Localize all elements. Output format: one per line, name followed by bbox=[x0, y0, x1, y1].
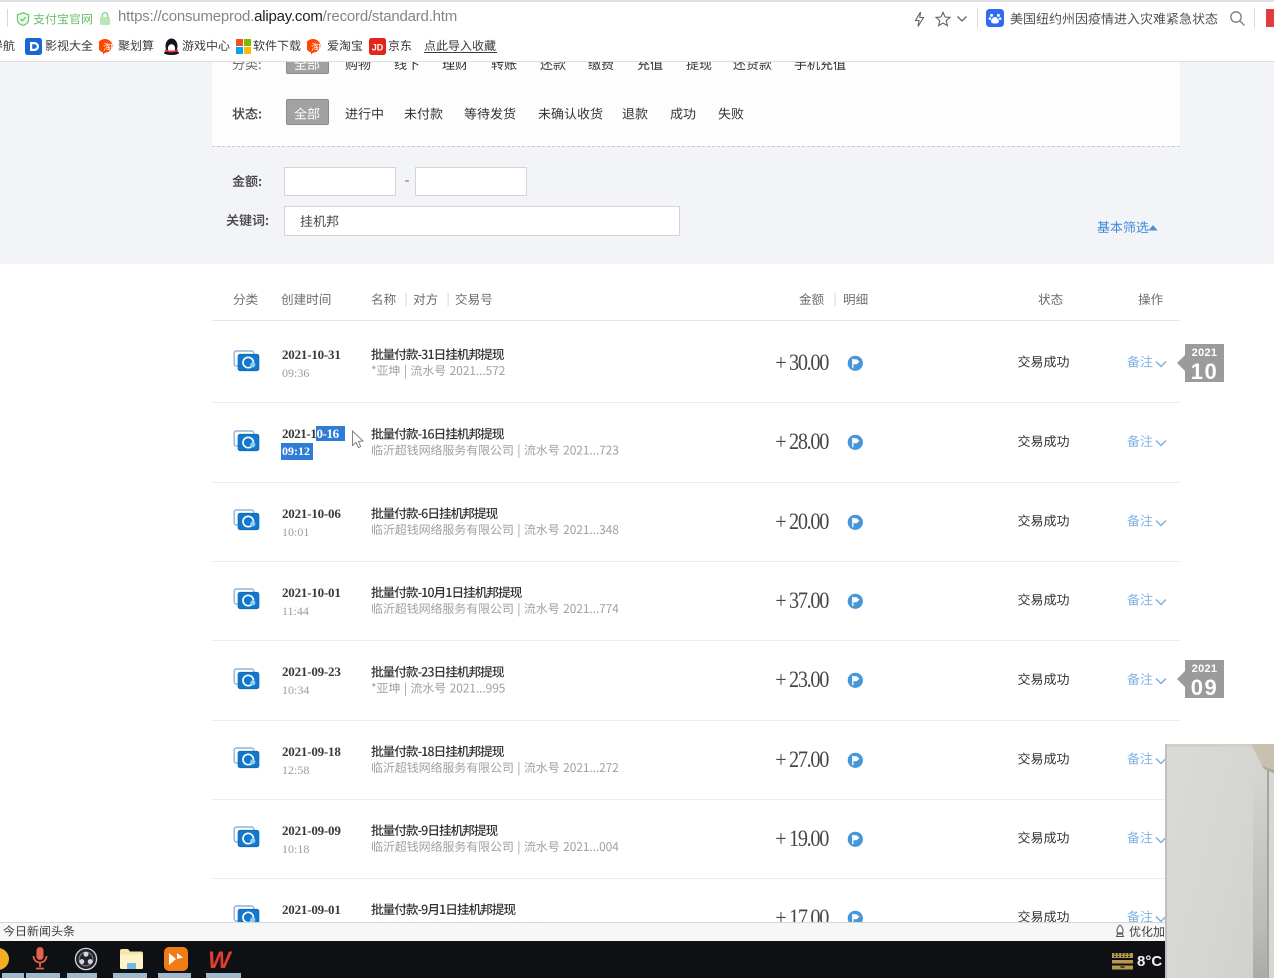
svg-text:JD: JD bbox=[372, 43, 384, 53]
